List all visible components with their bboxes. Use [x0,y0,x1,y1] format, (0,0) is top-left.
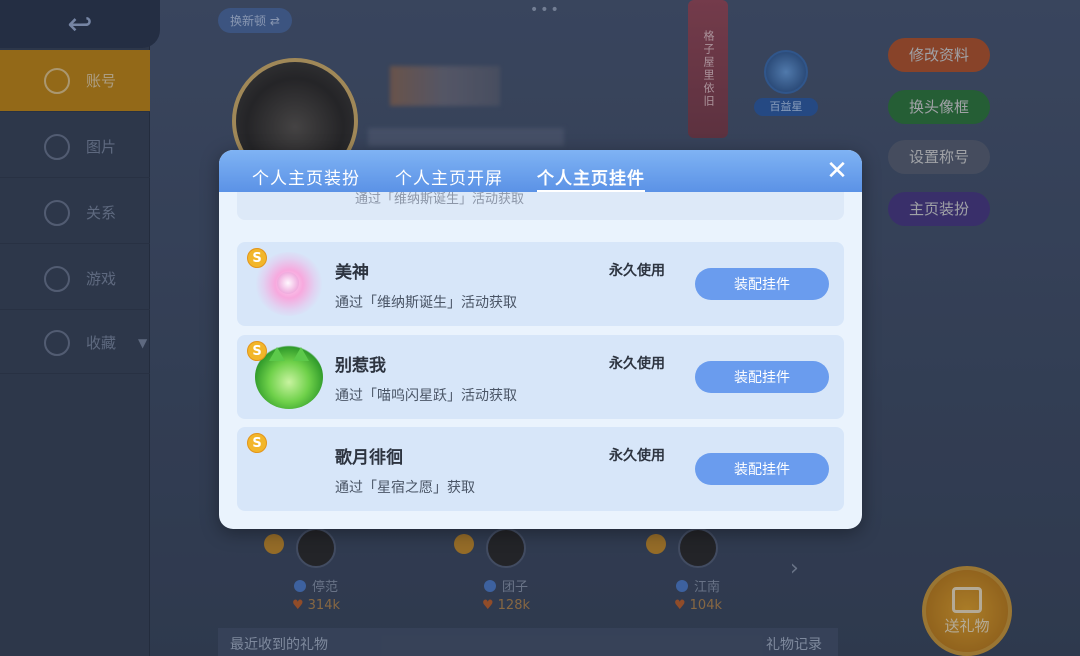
rarity-s-badge: S [247,248,267,268]
item-name: 歌月徘徊 [335,448,403,468]
list-item: S 美神 通过「维纳斯诞生」活动获取 永久使用 装配挂件 [237,242,844,326]
rarity-s-badge: S [247,341,267,361]
item-description: 通过「星宿之愿」获取 [335,480,475,496]
item-name: 美神 [335,263,369,283]
item-description: 通过「维纳斯诞生」活动获取 [335,295,517,311]
item-duration: 永久使用 [609,356,665,372]
list-item-partial: 通过「维纳斯诞生」活动获取 [237,192,844,220]
tab-homepage-pendant[interactable]: 个人主页挂件 [537,164,645,192]
equip-pendant-button[interactable]: 装配挂件 [695,361,829,393]
close-icon[interactable]: ✕ [824,158,850,184]
item-name: 别惹我 [335,356,386,376]
equip-pendant-button[interactable]: 装配挂件 [695,268,829,300]
item-description: 通过「喵呜闪星跃」活动获取 [335,388,517,404]
tab-homepage-splash[interactable]: 个人主页开屏 [395,164,503,189]
list-item: S 别惹我 通过「喵呜闪星跃」活动获取 永久使用 装配挂件 [237,335,844,419]
list-item: S 歌月徘徊 通过「星宿之愿」获取 永久使用 装配挂件 [237,427,844,511]
modal-tab-bar: 个人主页装扮 个人主页开屏 个人主页挂件 ✕ [219,150,862,192]
tab-homepage-decor[interactable]: 个人主页装扮 [252,164,360,189]
item-duration: 永久使用 [609,263,665,279]
item-description: 通过「维纳斯诞生」活动获取 [355,192,525,207]
item-duration: 永久使用 [609,448,665,464]
rarity-s-badge: S [247,433,267,453]
equip-pendant-button[interactable]: 装配挂件 [695,453,829,485]
pendant-modal: 个人主页装扮 个人主页开屏 个人主页挂件 ✕ 通过「维纳斯诞生」活动获取 S 美… [219,150,862,529]
